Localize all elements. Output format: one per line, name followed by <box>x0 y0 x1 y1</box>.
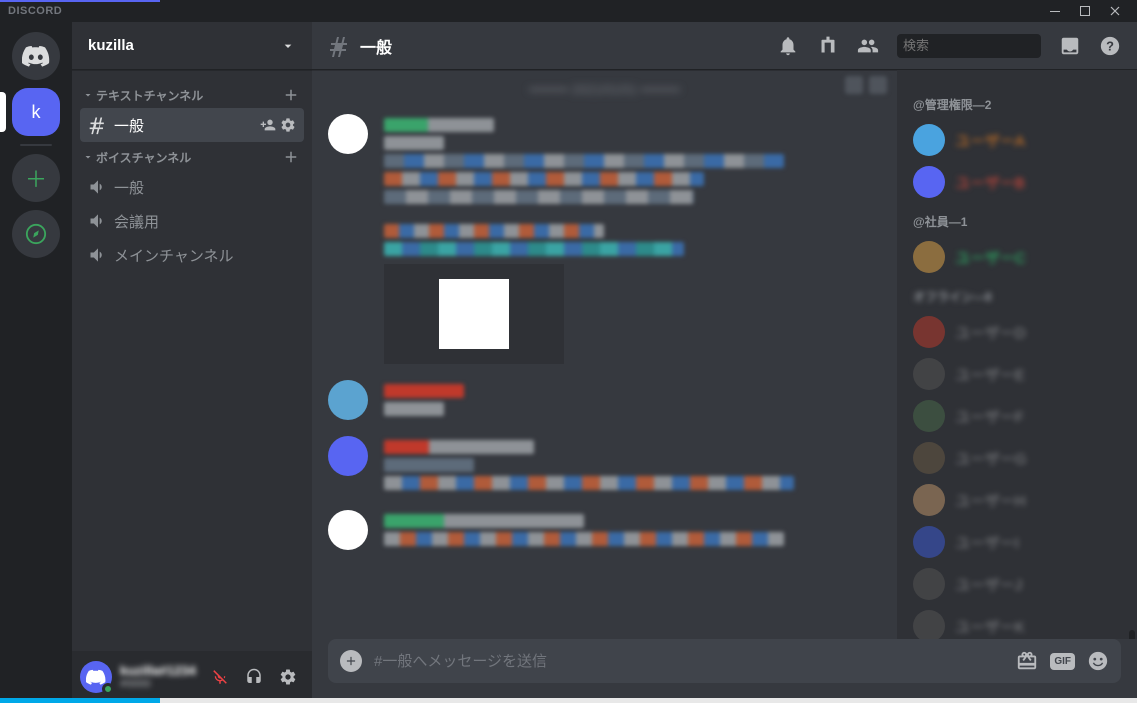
chevron-down-icon <box>280 38 296 54</box>
window-titlebar: DISCORD <box>0 0 1137 22</box>
window-close-button[interactable] <box>1101 0 1129 22</box>
member-scrollbar-thumb[interactable] <box>1129 630 1135 639</box>
channel-label: 一般 <box>114 177 144 198</box>
speaker-icon <box>88 245 108 265</box>
message-avatar[interactable] <box>328 380 368 420</box>
channel-sidebar: kuzilla テキストチャンネル 一般 ボイスチャンネル <box>72 22 312 703</box>
server-header[interactable]: kuzilla <box>72 22 312 70</box>
bottom-accent-bar <box>0 698 1137 703</box>
user-panel: kuzilla#1234 #0000 <box>72 651 312 703</box>
message-avatar[interactable] <box>328 114 368 154</box>
inbox-icon[interactable] <box>1059 35 1081 57</box>
server-icon-selected[interactable]: k <box>12 88 60 136</box>
message <box>328 502 881 558</box>
pin-icon[interactable] <box>817 35 839 57</box>
member-item[interactable]: ユーザーI <box>913 521 1129 563</box>
date-divider: ━━━━━ 2021/01/01 ━━━━━ <box>328 82 881 98</box>
hash-icon <box>88 115 108 135</box>
message-input[interactable] <box>374 653 1004 670</box>
speaker-icon <box>88 177 108 197</box>
category-text-channels[interactable]: テキストチャンネル <box>80 80 304 108</box>
role-heading-offline: オフライン—8 <box>913 288 1129 305</box>
channel-label: 一般 <box>114 115 144 136</box>
message <box>328 428 881 502</box>
hash-icon <box>328 34 352 58</box>
member-list: @管理権限—2 ユーザーA ユーザーB @社員—1 ユーザーC オフライン—8 … <box>897 70 1137 639</box>
server-column: k ＋ <box>0 22 72 703</box>
voice-channel-general[interactable]: 一般 <box>80 170 304 204</box>
server-name: kuzilla <box>88 37 134 54</box>
help-icon[interactable]: ? <box>1099 35 1121 57</box>
add-channel-icon[interactable] <box>282 86 300 104</box>
member-item[interactable]: ユーザーD <box>913 311 1129 353</box>
voice-channel-meeting[interactable]: 会議用 <box>80 204 304 238</box>
app-brand: DISCORD <box>8 5 62 17</box>
search-box[interactable] <box>897 34 1041 58</box>
members-icon[interactable] <box>857 35 879 57</box>
explore-servers-button[interactable] <box>12 210 60 258</box>
channel-label: 会議用 <box>114 211 159 232</box>
main-area: 一般 ? ━━━━━ 2021/01/01 ━━━━━ <box>312 22 1137 703</box>
message-composer: GIF <box>328 639 1121 683</box>
user-avatar[interactable] <box>80 661 112 693</box>
role-heading-staff: @社員—1 <box>913 213 1129 230</box>
message-avatar[interactable] <box>328 436 368 476</box>
message-list: ━━━━━ 2021/01/01 ━━━━━ <box>312 70 897 639</box>
channel-header: 一般 ? <box>312 22 1137 70</box>
member-item[interactable]: ユーザーF <box>913 395 1129 437</box>
search-input[interactable] <box>903 38 1079 53</box>
role-heading-admin: @管理権限—2 <box>913 96 1129 113</box>
member-item[interactable]: ユーザーK <box>913 605 1129 639</box>
member-item[interactable]: ユーザーA <box>913 119 1129 161</box>
member-item[interactable]: ユーザーJ <box>913 563 1129 605</box>
bell-icon[interactable] <box>777 35 799 57</box>
gift-icon[interactable] <box>1016 650 1038 672</box>
gif-button[interactable]: GIF <box>1050 653 1075 670</box>
server-separator <box>20 144 52 146</box>
gear-icon[interactable] <box>280 117 296 133</box>
member-item[interactable]: ユーザーE <box>913 353 1129 395</box>
add-server-button[interactable]: ＋ <box>12 154 60 202</box>
member-item[interactable]: ユーザーG <box>913 437 1129 479</box>
window-minimize-button[interactable] <box>1041 0 1069 22</box>
settings-button[interactable] <box>272 661 304 693</box>
chevron-down-icon <box>82 89 94 101</box>
home-button[interactable] <box>12 32 60 80</box>
message-attachment[interactable] <box>384 264 564 364</box>
deafen-button[interactable] <box>238 661 270 693</box>
member-item[interactable]: ユーザーC <box>913 236 1129 278</box>
chevron-down-icon <box>82 151 94 163</box>
channel-label: メインチャンネル <box>114 245 234 266</box>
speaker-icon <box>88 211 108 231</box>
channel-title: 一般 <box>360 34 392 58</box>
voice-channel-main[interactable]: メインチャンネル <box>80 238 304 272</box>
emoji-icon[interactable] <box>1087 650 1109 672</box>
invite-icon[interactable] <box>260 117 276 133</box>
message <box>328 372 881 428</box>
svg-text:?: ? <box>1106 38 1114 53</box>
text-channel-general[interactable]: 一般 <box>80 108 304 142</box>
message <box>328 106 881 372</box>
status-online-icon <box>102 683 114 695</box>
window-maximize-button[interactable] <box>1071 0 1099 22</box>
message-body <box>384 114 881 364</box>
message-avatar[interactable] <box>328 510 368 550</box>
username: kuzilla#1234 <box>120 664 196 678</box>
member-item[interactable]: ユーザーB <box>913 161 1129 203</box>
attach-button[interactable] <box>340 650 362 672</box>
member-item[interactable]: ユーザーH <box>913 479 1129 521</box>
mute-button[interactable] <box>204 661 236 693</box>
category-voice-channels[interactable]: ボイスチャンネル <box>80 142 304 170</box>
add-channel-icon[interactable] <box>282 148 300 166</box>
user-tag: #0000 <box>120 678 196 690</box>
